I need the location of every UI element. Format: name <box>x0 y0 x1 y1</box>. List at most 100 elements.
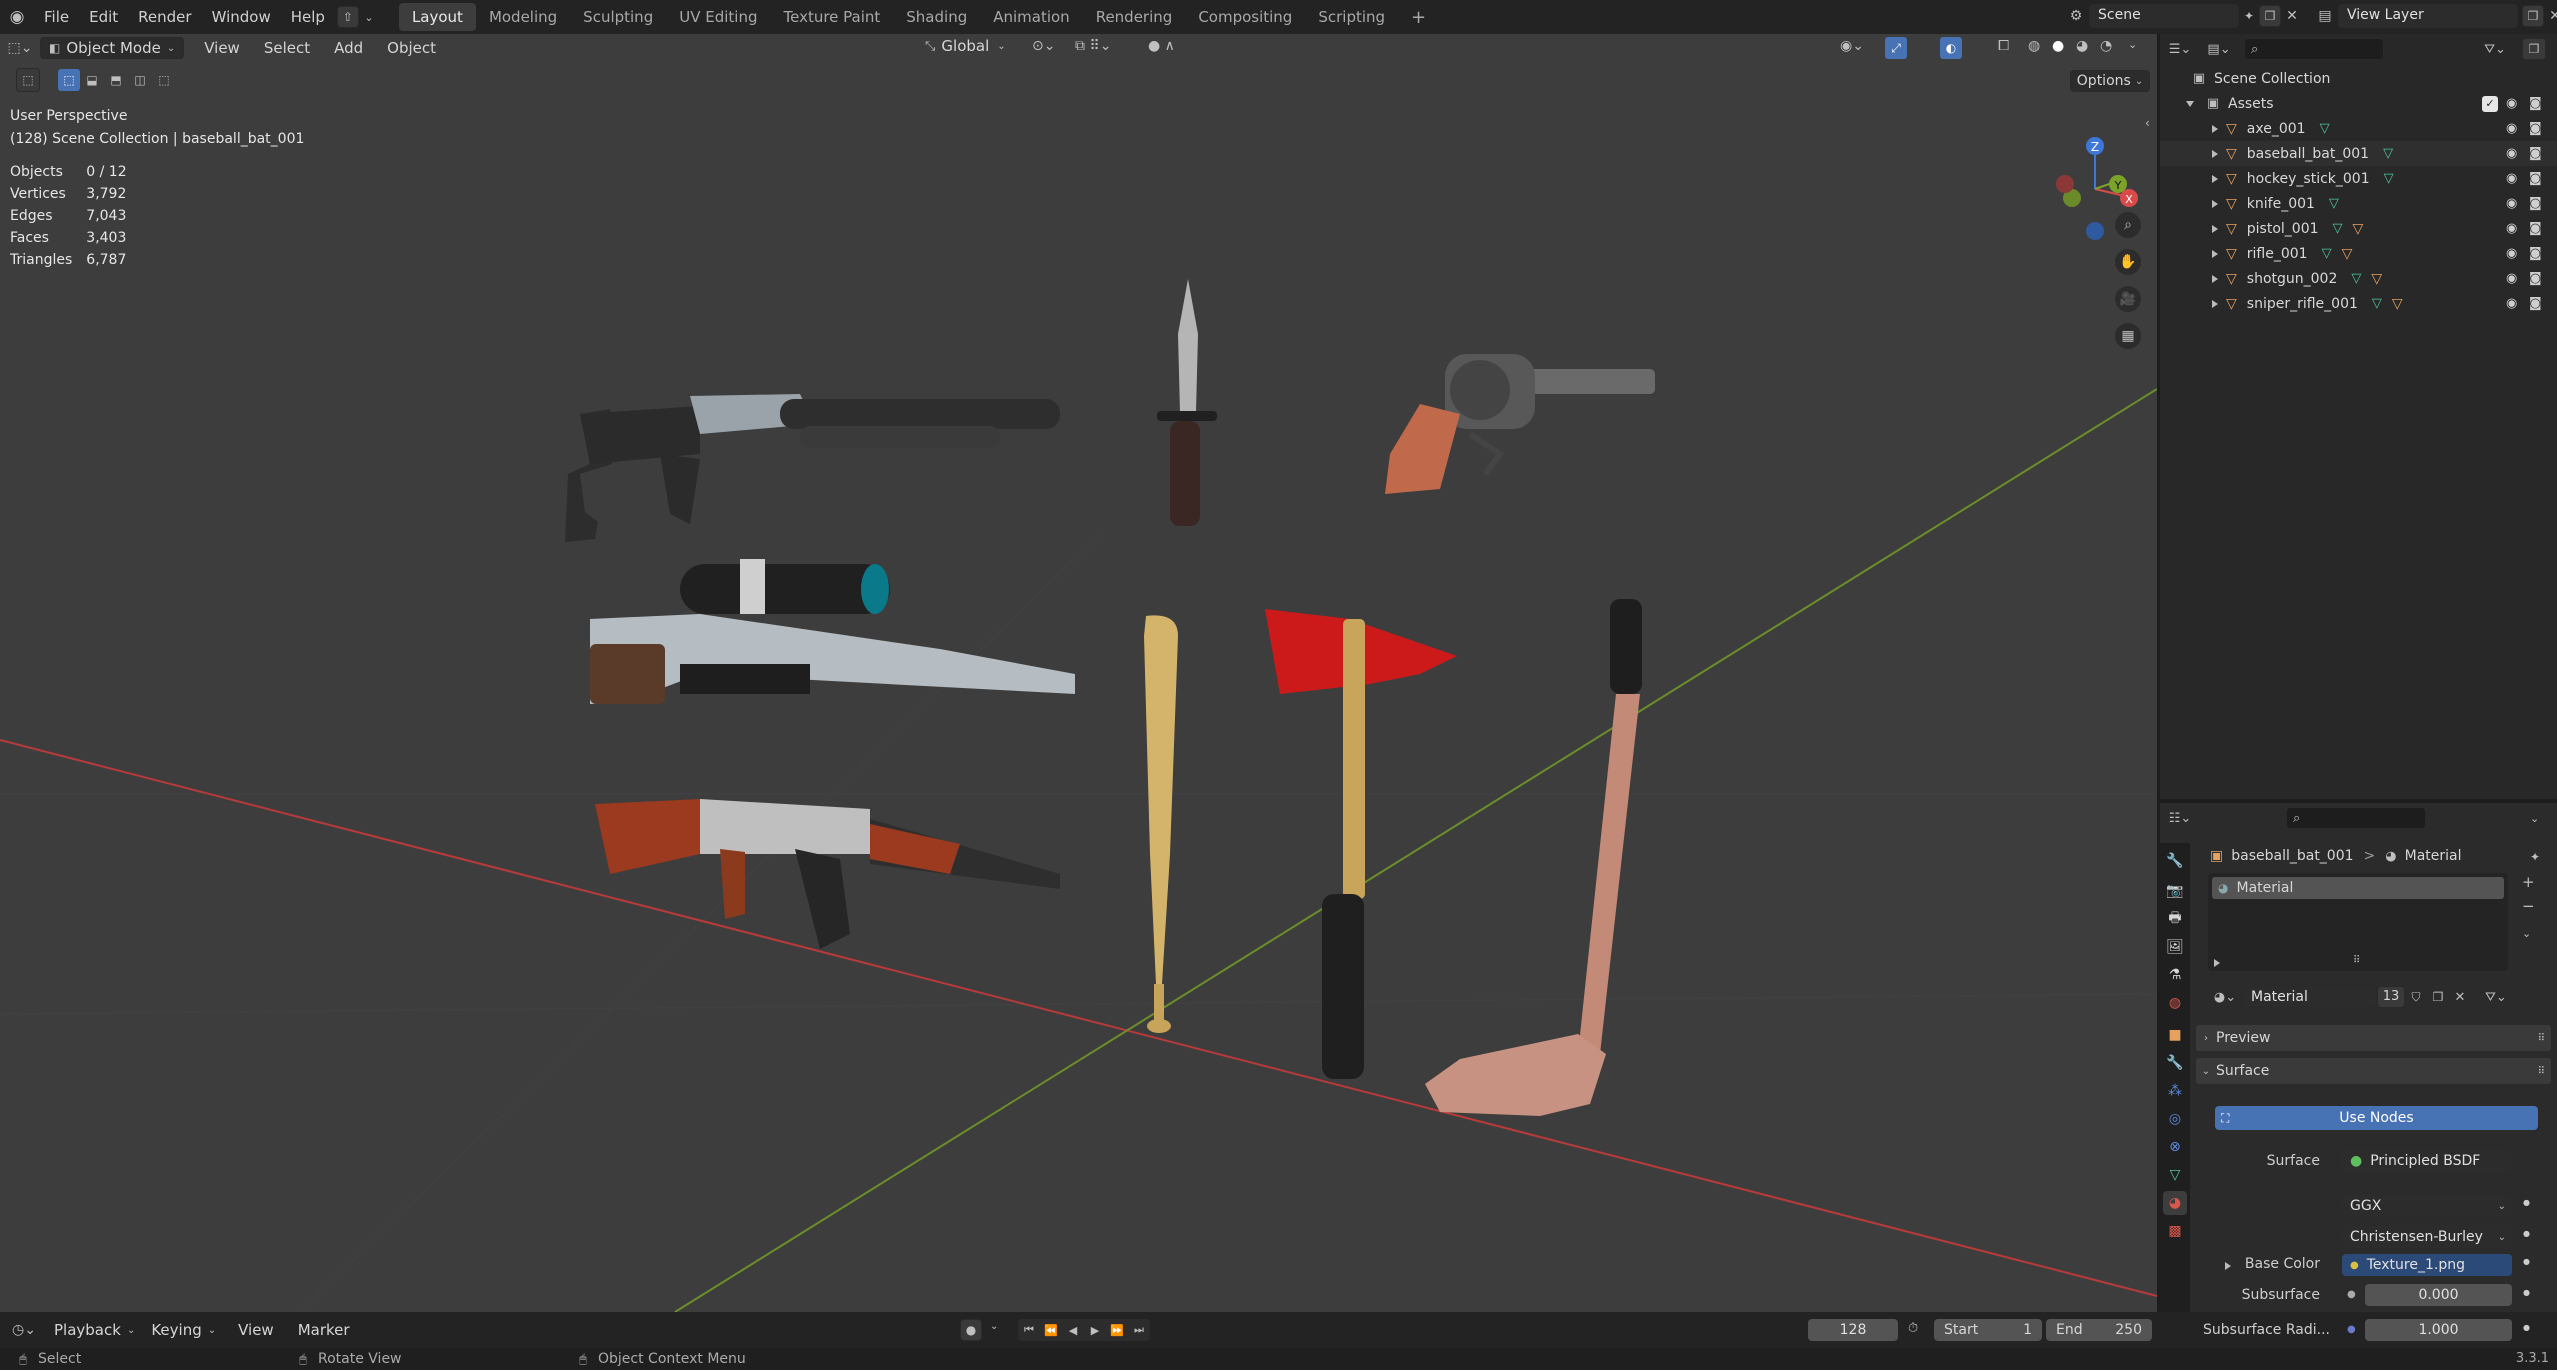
camera-restrict-icon[interactable]: ◙ <box>2529 121 2542 136</box>
use-nodes-button[interactable]: ⛶ Use Nodes <box>2215 1106 2538 1130</box>
expand-icon[interactable] <box>2212 174 2218 183</box>
browse-material-icon[interactable]: ◕⌄ <box>2208 990 2242 1005</box>
distribution-dropdown[interactable]: GGX ⌄ <box>2342 1195 2512 1217</box>
mesh-data-icon[interactable]: ▽ <box>2384 171 2394 186</box>
outliner-editor-icon[interactable]: ☰⌄ <box>2160 42 2200 57</box>
outliner-item-knife-001[interactable]: ▽ knife_001 ▽ ◉ ◙ <box>2160 191 2557 216</box>
timeline-menu-view[interactable]: View <box>226 1321 286 1339</box>
resize-handle-icon[interactable]: ⠿ <box>2353 955 2360 966</box>
menu-edit[interactable]: Edit <box>79 8 128 26</box>
new-view-layer-icon[interactable]: ❐ <box>2522 5 2544 27</box>
transform-orientation[interactable]: ⤡ Global ⌄ <box>925 37 1006 55</box>
eye-icon[interactable]: ◉ <box>2506 146 2517 161</box>
camera-restrict-icon[interactable]: ◙ <box>2529 196 2542 211</box>
camera-restrict-icon[interactable]: ◙ <box>2529 271 2542 286</box>
expand-icon[interactable] <box>2186 100 2194 107</box>
tab-layout[interactable]: Layout <box>398 3 476 31</box>
tab-shading[interactable]: Shading <box>893 3 980 31</box>
drag-handle-icon[interactable]: ⠿ <box>2538 1033 2545 1044</box>
expand-icon[interactable] <box>2212 199 2218 208</box>
node-link-icon[interactable]: ⛛⌄ <box>2485 990 2507 1005</box>
play-icon[interactable]: ▶ <box>1084 1319 1106 1341</box>
scene-icon[interactable]: ⚙ <box>2063 8 2089 24</box>
output-tab-icon[interactable]: 🖶 <box>2163 907 2187 931</box>
outliner-item-sniper-rifle-001[interactable]: ▽ sniper_rifle_001 ▽ ▽ ◉ ◙ <box>2160 291 2557 316</box>
outliner-item-pistol-001[interactable]: ▽ pistol_001 ▽ ▽ ◉ ◙ <box>2160 216 2557 241</box>
new-scene-icon[interactable]: ❐ <box>2259 5 2281 27</box>
shading-rendered-icon[interactable]: ◔ <box>2100 38 2112 54</box>
material-tab-icon[interactable]: ◕ <box>2163 1191 2187 1215</box>
vp-menu-object[interactable]: Object <box>375 39 448 57</box>
pivot-icon[interactable]: ⊙⌄ <box>1032 38 1055 54</box>
expand-icon[interactable] <box>2214 959 2220 967</box>
sidebar-toggle-icon[interactable]: ‹ <box>2145 116 2150 130</box>
fake-user-icon[interactable]: ⛉ <box>2405 990 2427 1005</box>
base-color-field[interactable]: ● Texture_1.png <box>2342 1254 2512 1276</box>
menu-render[interactable]: Render <box>128 8 201 26</box>
eye-icon[interactable]: ◉ <box>2506 296 2517 311</box>
play-reverse-icon[interactable]: ◀ <box>1062 1319 1084 1341</box>
select-subtract-icon[interactable]: ⬒ <box>104 73 128 87</box>
camera-restrict-icon[interactable]: ◙ <box>2529 296 2542 311</box>
shading-options-icon[interactable]: ⌄ <box>2128 38 2137 51</box>
subsurface-field[interactable]: 0.000 <box>2365 1284 2512 1306</box>
jump-start-icon[interactable]: ⏮ <box>1018 1319 1040 1341</box>
pin-icon[interactable]: ✦ <box>2530 850 2540 864</box>
eye-icon[interactable]: ◉ <box>2506 121 2517 136</box>
material-data-icon[interactable]: ▽ <box>2392 296 2403 312</box>
shading-solid-icon[interactable]: ● <box>2052 38 2064 54</box>
eye-icon[interactable]: ◉ <box>2506 96 2517 111</box>
outliner-item-shotgun-002[interactable]: ▽ shotgun_002 ▽ ▽ ◉ ◙ <box>2160 266 2557 291</box>
expand-icon[interactable] <box>2212 249 2218 258</box>
modifier-tab-icon[interactable]: 🔧 <box>2163 1051 2187 1075</box>
tab-sculpting[interactable]: Sculpting <box>570 3 666 31</box>
select-intersect-icon[interactable]: ⬚ <box>152 73 176 87</box>
menu-window[interactable]: Window <box>202 8 281 26</box>
tab-rendering[interactable]: Rendering <box>1083 3 1186 31</box>
pan-icon[interactable]: ✋ <box>2115 249 2141 275</box>
camera-restrict-icon[interactable]: ◙ <box>2529 221 2542 236</box>
material-data-icon[interactable]: ▽ <box>2371 271 2382 287</box>
material-slot[interactable]: ◕ Material <box>2212 877 2504 899</box>
current-frame-field[interactable]: 128 <box>1808 1319 1898 1341</box>
data-tab-icon[interactable]: ▽ <box>2163 1163 2187 1187</box>
add-workspace-button[interactable]: + <box>1398 2 1439 33</box>
tab-animation[interactable]: Animation <box>980 3 1082 31</box>
close-view-layer-icon[interactable]: ✕ <box>2544 8 2557 24</box>
upload-icon[interactable]: ⇧ <box>336 6 359 28</box>
duplicate-icon[interactable]: ❐ <box>2427 990 2449 1004</box>
mesh-data-icon[interactable]: ▽ <box>2329 196 2339 211</box>
shading-wireframe-icon[interactable]: ◍ <box>2028 38 2040 54</box>
properties-editor-icon[interactable]: ☷⌄ <box>2160 811 2200 826</box>
camera-restrict-icon[interactable]: ◙ <box>2529 246 2542 261</box>
display-mode-icon[interactable]: ▤⌄ <box>2200 42 2238 57</box>
vp-menu-add[interactable]: Add <box>322 39 375 57</box>
mesh-data-icon[interactable]: ▽ <box>2322 246 2332 261</box>
vp-menu-view[interactable]: View <box>192 39 252 57</box>
checkbox-icon[interactable]: ✓ <box>2482 95 2498 112</box>
3d-viewport[interactable]: ⬚⌄ ◧ Object Mode ⌄ View Select Add Objec… <box>0 34 2157 1312</box>
material-name-field[interactable]: Material <box>2242 986 2377 1008</box>
tool-tab-icon[interactable]: 🔧 <box>2163 849 2187 873</box>
tab-uv-editing[interactable]: UV Editing <box>666 3 770 31</box>
record-icon[interactable]: ● <box>960 1319 982 1341</box>
overlays-icon[interactable]: ◐ <box>1940 37 1962 59</box>
material-data-icon[interactable]: ▽ <box>2353 221 2364 237</box>
visibility-icon[interactable]: ◉⌄ <box>1840 38 1864 54</box>
outliner-item-axe-001[interactable]: ▽ axe_001 ▽ ◉ ◙ <box>2160 116 2557 141</box>
surface-shader-field[interactable]: ● Principled BSDF <box>2342 1149 2512 1173</box>
chevron-down-icon[interactable]: ⌄ <box>359 11 379 24</box>
expand-icon[interactable] <box>2212 299 2218 308</box>
menu-keying[interactable]: Keying <box>145 1321 207 1339</box>
menu-marker[interactable]: Marker <box>286 1321 362 1339</box>
camera-restrict-icon[interactable]: ◙ <box>2529 146 2542 161</box>
prev-keyframe-icon[interactable]: ⏪ <box>1040 1319 1062 1341</box>
outliner-item-baseball-bat-001[interactable]: ▽ baseball_bat_001 ▽ ◉ ◙ <box>2160 141 2557 166</box>
close-icon[interactable]: ✕ <box>2281 8 2303 24</box>
filter-icon[interactable]: ⛛⌄ <box>2480 42 2510 57</box>
camera-restrict-icon[interactable]: ◙ <box>2529 96 2542 111</box>
surface-panel-header[interactable]: ⌄ Surface ⠿ <box>2196 1058 2551 1084</box>
camera-icon[interactable]: 🎥 <box>2115 286 2141 312</box>
particles-tab-icon[interactable]: ⁂ <box>2163 1079 2187 1103</box>
view-layer-icon[interactable]: ▤ <box>2312 8 2338 24</box>
